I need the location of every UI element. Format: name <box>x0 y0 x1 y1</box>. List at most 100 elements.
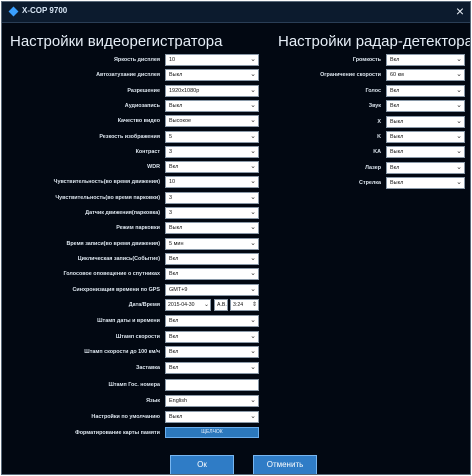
dvr-setting-select-value: Вкл <box>169 255 179 262</box>
dvr-setting-label: Синхронизация времени по GPS <box>72 286 160 293</box>
dvr-setting-row: Синхронизация времени по GPS GMT+9 ⌄ <box>2 283 470 297</box>
dvr-stamp-row: Заставка Вкл ⌄ <box>2 362 470 375</box>
chevron-down-icon: ⌄ <box>250 239 256 247</box>
ampm-field[interactable]: А.В. <box>214 299 228 311</box>
dvr-setting-select-value: 3 <box>169 210 173 216</box>
dvr-stamp-select-value: Вкл <box>169 318 179 324</box>
radar-setting-select-value: Вкл <box>390 87 400 94</box>
dvr-stamp-select[interactable]: Вкл ⌄ <box>165 362 259 375</box>
chevron-down-icon: ⌄ <box>456 86 462 94</box>
chevron-down-icon: ⌄ <box>250 193 256 201</box>
radar-setting-label: X <box>377 118 381 125</box>
dvr-stamp-label: Заставка <box>135 365 160 372</box>
dvr-misc-select[interactable]: Выкл ⌄ <box>165 410 259 423</box>
radar-setting-select[interactable]: Выкл ⌄ <box>386 177 465 190</box>
chevron-down-icon: ⌄ <box>250 317 256 324</box>
chevron-down-icon: ⌄ <box>456 133 462 140</box>
dvr-setting-row: Время записи(во время движения) 5 мин ⌄ <box>2 237 470 251</box>
format-label: Форматирование карты памяти <box>75 430 160 436</box>
title-bar: X-COP 9700 × <box>2 2 470 23</box>
chevron-down-icon: ⌄ <box>250 348 256 356</box>
radar-setting-row: K Выкл ⌄ <box>2 131 470 144</box>
plate-input[interactable] <box>165 379 259 391</box>
dvr-misc-label: Язык <box>146 398 160 404</box>
chevron-down-icon: ⌄ <box>456 148 462 156</box>
window-title: X-COP 9700 <box>22 6 68 15</box>
dvr-setting-select[interactable]: Вкл ⌄ <box>165 252 259 265</box>
dvr-stamp-label: Штамп скорости <box>115 333 160 340</box>
dvr-setting-select[interactable]: Выкл ⌄ <box>165 222 259 235</box>
radar-setting-select[interactable]: Вкл ⌄ <box>386 84 465 97</box>
radar-setting-select-value: Вкл <box>390 164 400 171</box>
radar-setting-label: Звук <box>368 103 381 110</box>
dvr-setting-select[interactable]: 3 ⌄ <box>165 191 259 204</box>
dvr-setting-select[interactable]: GMT+9 ⌄ <box>165 283 259 296</box>
dvr-section-title: Настройки видеорегистратора <box>10 33 223 50</box>
radar-setting-select-value: Выкл <box>390 134 404 140</box>
chevron-down-icon: ⌄ <box>456 102 462 110</box>
dvr-stamp-select[interactable]: Вкл ⌄ <box>165 315 259 327</box>
dvr-setting-label: Режим парковки <box>116 225 160 232</box>
dvr-setting-select-value: Вкл <box>169 271 179 278</box>
chevron-down-icon: ⌄ <box>203 302 209 308</box>
dvr-setting-select[interactable]: 5 мин ⌄ <box>165 237 259 250</box>
dvr-misc-row: Настройки по умолчанию Выкл ⌄ <box>2 410 470 424</box>
chevron-down-icon: ⌄ <box>456 56 462 63</box>
chevron-down-icon: ⌄ <box>456 163 462 171</box>
dvr-stamp-select-value: Вкл <box>169 349 179 356</box>
dvr-setting-row: Режим парковки Выкл ⌄ <box>2 222 470 235</box>
chevron-down-icon: ⌄ <box>250 254 256 262</box>
ok-button[interactable]: Ок <box>170 455 234 474</box>
dvr-setting-select-value: 5 мин <box>169 240 184 247</box>
dvr-stamp-select-value: Вкл <box>169 365 179 372</box>
close-icon[interactable]: × <box>456 3 464 19</box>
dvr-setting-label: Время записи(во время движения) <box>66 240 160 247</box>
radar-setting-select[interactable]: Выкл ⌄ <box>386 115 465 128</box>
radar-setting-row: Стрелка Выкл ⌄ <box>2 177 470 190</box>
radar-setting-label: Ограничение скорости <box>320 72 381 79</box>
format-button[interactable]: ЩЕЛЧОК <box>165 427 259 438</box>
dvr-setting-select-value: GMT+9 <box>169 286 188 293</box>
dvr-stamp-select[interactable]: Вкл ⌄ <box>165 330 259 343</box>
dvr-setting-label: Циклическая запись(Событие) <box>77 255 160 262</box>
chevron-down-icon: ⌄ <box>456 179 462 187</box>
radar-setting-row: Звук Вкл ⌄ <box>2 100 470 113</box>
radar-setting-select[interactable]: Выкл ⌄ <box>386 131 465 143</box>
dvr-setting-label: Датчик движения(парковка) <box>85 210 160 216</box>
dvr-misc-select-value: English <box>169 398 188 404</box>
dvr-setting-select[interactable]: Вкл ⌄ <box>165 268 259 281</box>
chevron-down-icon: ⌄ <box>250 224 256 232</box>
radar-setting-label: Лазер <box>365 164 381 171</box>
time-spinner[interactable]: 3:24 ⇕ <box>230 299 259 311</box>
dvr-stamp-select[interactable]: Вкл ⌄ <box>165 346 259 359</box>
radar-setting-label: Громкость <box>352 57 381 63</box>
radar-setting-label: Голос <box>365 87 381 94</box>
radar-section-title: Настройки радар-детектора <box>278 33 471 50</box>
dvr-misc-select[interactable]: English ⌄ <box>165 395 259 407</box>
radar-setting-select[interactable]: Выкл ⌄ <box>386 146 465 159</box>
chevron-down-icon: ⌄ <box>456 117 462 125</box>
dvr-misc-select-value: Выкл <box>169 413 183 420</box>
radar-setting-select[interactable]: Вкл ⌄ <box>386 161 465 174</box>
radar-setting-row: Громкость Вкл ⌄ <box>2 54 470 67</box>
dvr-setting-row: Голосовое оповещение о спутниках Вкл ⌄ <box>2 268 470 281</box>
chevron-down-icon: ⌄ <box>250 270 256 278</box>
radar-setting-label: Стрелка <box>359 180 381 187</box>
chevron-down-icon: ⌄ <box>250 364 256 372</box>
radar-setting-select[interactable]: 60 км ⌄ <box>386 69 465 82</box>
dvr-row-datetime: Дата/Время 2015-04-30 ⌄ А.В. 3:24 ⇕ <box>2 299 272 312</box>
dvr-stamp-label: Штамп скорости до 100 км/ч <box>84 349 160 356</box>
cancel-button[interactable]: Отменить <box>253 455 317 474</box>
dvr-setting-row: Чувствительность(во время парковки) 3 ⌄ <box>2 191 470 205</box>
spin-arrows-icon[interactable]: ⇕ <box>252 300 257 310</box>
dvr-misc-row: Язык English ⌄ <box>2 395 470 408</box>
radar-setting-select[interactable]: Вкл ⌄ <box>386 54 465 66</box>
plate-label: Штамп Гос. номера <box>108 382 160 388</box>
dvr-setting-label: Чувствительность(во время парковки) <box>55 194 160 201</box>
settings-window: X-COP 9700 × Настройки видеорегистратора… <box>1 1 471 475</box>
radar-setting-select[interactable]: Вкл ⌄ <box>386 100 465 113</box>
radar-setting-label: KA <box>373 149 381 156</box>
date-select[interactable]: 2015-04-30 ⌄ <box>165 299 211 311</box>
dvr-setting-label: Голосовое оповещение о спутниках <box>63 271 160 278</box>
dvr-setting-select[interactable]: 3 ⌄ <box>165 207 259 219</box>
